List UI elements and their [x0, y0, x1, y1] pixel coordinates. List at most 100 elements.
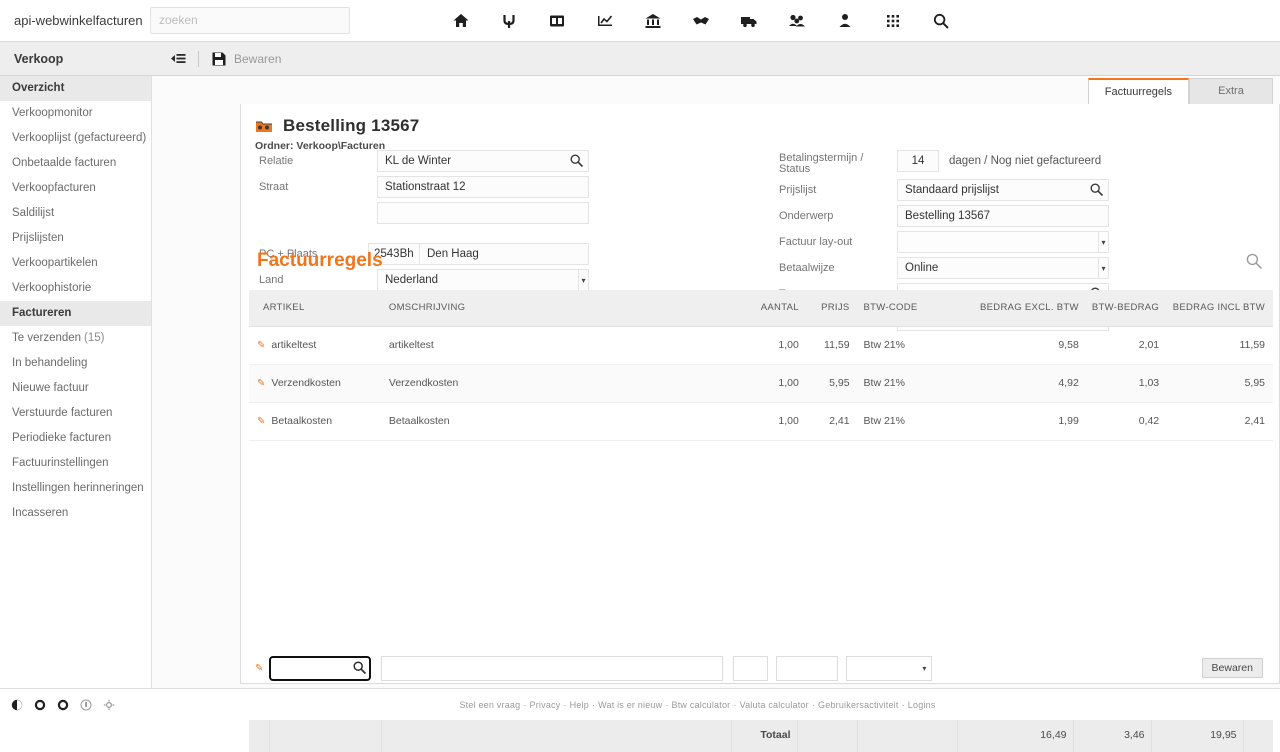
- sidebar-item-label: Incasseren: [12, 507, 69, 519]
- prijslijst-input[interactable]: [897, 179, 1109, 201]
- info-icon[interactable]: [79, 698, 92, 711]
- cell-bedrag-incl: 5,95: [1165, 364, 1273, 403]
- sidebar-item-prijslijsten[interactable]: Prijslijsten: [0, 226, 151, 251]
- table-row[interactable]: ✎ artikeltest artikeltest 1,00 11,59 Btw …: [249, 326, 1273, 365]
- sidebar-item-in-behandeling[interactable]: In behandeling: [0, 351, 151, 376]
- sidebar-item-verkoophistorie[interactable]: Verkoophistorie: [0, 276, 151, 301]
- collapse-sidebar-icon[interactable]: [170, 51, 186, 67]
- sidebar-item-periodieke-facturen[interactable]: Periodieke facturen: [0, 426, 151, 451]
- sidebar-item-verstuurde-facturen[interactable]: Verstuurde facturen: [0, 401, 151, 426]
- sidebar-item-verkooplijst[interactable]: Verkooplijst (gefactureerd): [0, 126, 151, 151]
- edit-pencil-icon[interactable]: ✎: [257, 416, 265, 427]
- truck-icon[interactable]: [738, 10, 760, 32]
- totals-spacer-3: [380, 718, 731, 752]
- table-row[interactable]: ✎ Verzendkosten Verzendkosten 1,00 5,95 B…: [249, 364, 1273, 403]
- cell-aantal: 1,00: [737, 402, 805, 441]
- new-line-row: ✎ ▾ Bewaren: [249, 649, 1273, 687]
- tab-extra[interactable]: Extra: [1189, 78, 1273, 104]
- sidebar-group-header-overzicht: Overzicht: [0, 76, 151, 101]
- document-card: Factuurregels Extra Bestelling 13567 Ord…: [240, 78, 1280, 752]
- sidebar-item-label: In behandeling: [12, 357, 88, 369]
- document-folder-icon: [255, 118, 273, 134]
- cell-omschrijving: Betaalkosten: [382, 402, 738, 441]
- totals-spacer-1: [249, 718, 269, 752]
- betalingstermijn-status: dagen / Nog niet gefactureerd: [949, 155, 1102, 167]
- footer-link-logins[interactable]: Logins: [908, 700, 936, 710]
- footer-link-help[interactable]: Help: [570, 700, 589, 710]
- footer-link-btw-calculator[interactable]: Btw calculator: [672, 700, 731, 710]
- person-icon[interactable]: [834, 10, 856, 32]
- straat2-input[interactable]: [377, 202, 589, 224]
- footer-link-wat-is-er-nieuw[interactable]: Wat is er nieuw: [598, 700, 662, 710]
- field-betalingstermijn-label: Betalingstermijn / Status: [779, 152, 864, 175]
- status-circle-1-icon[interactable]: [10, 698, 23, 711]
- chevron-down-icon[interactable]: ▾: [919, 659, 929, 679]
- sidebar-item-saldilijst[interactable]: Saldilijst: [0, 201, 151, 226]
- footer-link-stel-een-vraag[interactable]: Stel een vraag: [459, 700, 520, 710]
- status-circle-2-icon[interactable]: [33, 698, 46, 711]
- sidebar-item-label: Nieuwe factuur: [12, 382, 89, 394]
- search-icon[interactable]: [930, 10, 952, 32]
- new-line-aantal-input[interactable]: [733, 655, 769, 681]
- sidebar-item-label: Verkoopfacturen: [12, 182, 96, 194]
- new-line-omschrijving-input[interactable]: [381, 655, 724, 681]
- totals-excl: 16,49: [956, 718, 1073, 752]
- y-logo-icon[interactable]: [498, 10, 520, 32]
- settings-gear-icon[interactable]: [102, 698, 115, 711]
- table-header-row: ARTIKEL OMSCHRIJVING AANTAL PRIJS BTW-CO…: [249, 290, 1273, 327]
- sidebar-item-onbetaalde-facturen[interactable]: Onbetaalde facturen: [0, 151, 151, 176]
- apps-grid-icon[interactable]: [882, 10, 904, 32]
- bank-icon[interactable]: [642, 10, 664, 32]
- edit-pencil-icon[interactable]: ✎: [257, 340, 265, 351]
- new-line-artikel-field: [268, 654, 373, 682]
- sidebar-item-label: Instellingen herinneringen: [12, 482, 144, 494]
- sidebar-item-verkoopmonitor[interactable]: Verkoopmonitor: [0, 101, 151, 126]
- new-line-search-icon[interactable]: [352, 660, 367, 678]
- home-icon[interactable]: [450, 10, 472, 32]
- document-header: Bestelling 13567 Ordner: Verkoop\Facture…: [241, 104, 1279, 331]
- onderwerp-input[interactable]: [897, 205, 1109, 227]
- edit-pencil-icon[interactable]: ✎: [257, 378, 265, 389]
- sidebar-item-factuurinstellingen[interactable]: Factuurinstellingen: [0, 451, 151, 476]
- table-row[interactable]: ✎ Betaalkosten Betaalkosten 1,00 2,41 Btw…: [249, 402, 1273, 441]
- prijslijst-search-icon[interactable]: [1089, 182, 1104, 197]
- cell-aantal: 1,00: [737, 364, 805, 403]
- totals-spacer-5: [856, 718, 957, 752]
- relatie-input[interactable]: [377, 150, 589, 172]
- col-omschrijving: OMSCHRIJVING: [382, 290, 738, 327]
- betalingstermijn-days-input[interactable]: [897, 150, 939, 172]
- cards-icon[interactable]: [546, 10, 568, 32]
- toolbar-divider: [198, 50, 199, 67]
- footer-link-valuta-calculator[interactable]: Valuta calculator: [740, 700, 809, 710]
- sidebar-item-label: Verstuurde facturen: [12, 407, 113, 419]
- sidebar-item-instellingen-herinneringen[interactable]: Instellingen herinneringen: [0, 476, 151, 501]
- relatie-search-icon[interactable]: [569, 153, 584, 168]
- new-line-btw-select[interactable]: ▾: [846, 655, 933, 681]
- save-button-label: Bewaren: [234, 51, 282, 66]
- save-button[interactable]: Bewaren: [211, 51, 281, 67]
- sidebar-item-nieuwe-factuur[interactable]: Nieuwe factuur: [0, 376, 151, 401]
- brand-name: api-webwinkelfacturen: [14, 13, 143, 28]
- sidebar-item-label: Prijslijsten: [12, 232, 64, 244]
- sidebar-item-verkoopfacturen[interactable]: Verkoopfacturen: [0, 176, 151, 201]
- col-bedrag-incl: BEDRAG INCL BTW: [1165, 290, 1273, 327]
- status-circle-3-icon[interactable]: [56, 698, 69, 711]
- footer-link-privacy[interactable]: Privacy: [530, 700, 561, 710]
- sidebar-item-incasseren[interactable]: Incasseren: [0, 501, 151, 526]
- global-search-input[interactable]: zoeken: [150, 7, 350, 34]
- sidebar-item-verkoopartikelen[interactable]: Verkoopartikelen: [0, 251, 151, 276]
- people-icon[interactable]: [786, 10, 808, 32]
- new-line-prijs-input[interactable]: [776, 655, 839, 681]
- new-line-save-button[interactable]: Bewaren: [1201, 658, 1263, 678]
- tab-factuurregels[interactable]: Factuurregels: [1087, 78, 1189, 104]
- chart-icon[interactable]: [594, 10, 616, 32]
- handshake-icon[interactable]: [690, 10, 712, 32]
- field-straat-label: Straat: [259, 181, 289, 193]
- sidebar-item-label: Saldilijst: [12, 207, 55, 219]
- straat-input[interactable]: [377, 176, 589, 198]
- footer-link-gebruikersactiviteit[interactable]: Gebruikersactiviteit: [818, 700, 899, 710]
- page-title: Bestelling 13567: [283, 116, 420, 135]
- sidebar-item-te-verzenden[interactable]: Te verzenden (15): [0, 326, 151, 351]
- lines-search-icon[interactable]: [1245, 252, 1263, 270]
- edit-pencil-icon[interactable]: ✎: [255, 663, 263, 674]
